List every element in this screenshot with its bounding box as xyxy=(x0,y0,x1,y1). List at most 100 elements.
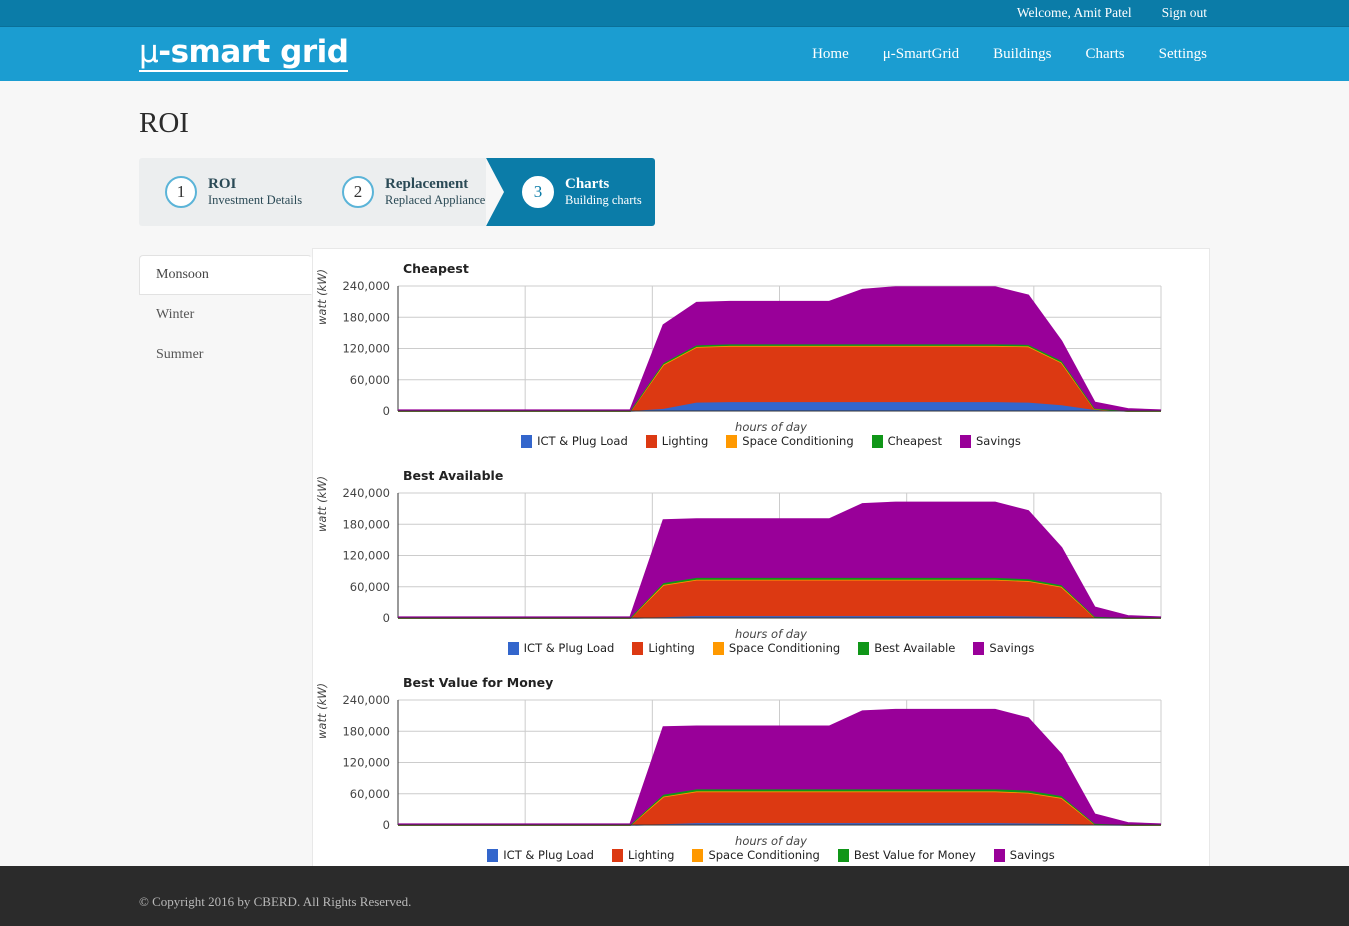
season-tab-summer[interactable]: Summer xyxy=(139,335,312,375)
legend-swatch-icon xyxy=(632,641,644,655)
wizard-step-number: 3 xyxy=(522,176,554,208)
legend-swatch-icon xyxy=(871,434,883,448)
chart-y-tick-label: 120,000 xyxy=(342,549,390,563)
legend-label: Lighting xyxy=(648,641,695,655)
chart-y-tick-label: 0 xyxy=(383,818,390,832)
legend-label: ICT & Plug Load xyxy=(523,641,615,655)
legend-swatch-icon xyxy=(959,434,971,448)
legend-label: Savings xyxy=(1009,848,1055,862)
legend-swatch-icon xyxy=(692,848,704,862)
legend-item[interactable]: Lighting xyxy=(645,434,709,448)
page-title: ROI xyxy=(139,107,189,139)
legend-label: Savings xyxy=(975,434,1021,448)
legend-label: Space Conditioning xyxy=(728,641,841,655)
legend-label: Cheapest xyxy=(887,434,942,448)
chart-y-tick-label: 0 xyxy=(383,611,390,625)
chart-best-value-for-money: Best Value for Money watt (kW) 0 60,000 12… xyxy=(313,671,1209,878)
chart-y-tick-label: 180,000 xyxy=(342,310,390,324)
legend-label: Lighting xyxy=(661,434,709,448)
chart-y-tick-label: 120,000 xyxy=(342,342,390,356)
page-body: ROI 1 ROI Investment Details 2 Replaceme… xyxy=(0,107,1349,868)
chart-y-tick-label: 180,000 xyxy=(342,517,390,531)
chart-plot-area[interactable]: 0 60,000 120,000 180,000 240,000 xyxy=(313,671,1179,836)
chart-legend: ICT & Plug Load Lighting Space Conditionin… xyxy=(313,641,1209,655)
legend-item[interactable]: Space Conditioning xyxy=(712,641,841,655)
chart-y-tick-label: 60,000 xyxy=(350,787,390,801)
wizard-step-subtitle: Replaced Appliance xyxy=(385,193,486,208)
legend-item[interactable]: Best Available xyxy=(858,641,955,655)
wizard-step-subtitle: Building charts xyxy=(565,193,642,208)
wizard-steps: 1 ROI Investment Details 2 Replacement R… xyxy=(139,158,655,226)
chart-y-tick-label: 60,000 xyxy=(350,580,390,594)
sign-out-link[interactable]: Sign out xyxy=(1162,5,1207,21)
chart-series-area xyxy=(398,791,1161,825)
legend-swatch-icon xyxy=(858,641,870,655)
chart-legend: ICT & Plug Load Lighting Space Conditionin… xyxy=(313,434,1209,448)
welcome-user-label: Welcome, Amit Patel xyxy=(1016,5,1132,20)
chart-y-tick-label: 0 xyxy=(383,404,390,418)
chart-y-tick-label: 60,000 xyxy=(350,373,390,387)
legend-label: Space Conditioning xyxy=(742,434,854,448)
legend-item[interactable]: Best Value for Money xyxy=(837,848,976,862)
wizard-step-subtitle: Investment Details xyxy=(208,193,303,208)
nav-item-charts[interactable]: Charts xyxy=(1085,46,1124,63)
chart-y-tick-label: 120,000 xyxy=(342,756,390,770)
legend-label: Savings xyxy=(989,641,1035,655)
legend-swatch-icon xyxy=(837,848,849,862)
legend-item[interactable]: ICT & Plug Load xyxy=(507,641,615,655)
season-tab-monsoon[interactable]: Monsoon xyxy=(139,255,312,295)
nav-item-home[interactable]: Home xyxy=(812,46,849,63)
chart-y-tick-label: 180,000 xyxy=(342,724,390,738)
legend-item[interactable]: Space Conditioning xyxy=(726,434,854,448)
legend-swatch-icon xyxy=(993,848,1005,862)
legend-label: ICT & Plug Load xyxy=(537,434,628,448)
nav-item-settings[interactable]: Settings xyxy=(1159,46,1207,63)
wizard-step-roi[interactable]: 1 ROI Investment Details xyxy=(139,158,323,226)
chart-legend: ICT & Plug Load Lighting Space Conditionin… xyxy=(313,848,1209,862)
site-footer: © Copyright 2016 by CBERD. All Rights Re… xyxy=(0,866,1349,926)
legend-item[interactable]: Space Conditioning xyxy=(692,848,820,862)
legend-item[interactable]: Savings xyxy=(959,434,1021,448)
legend-item[interactable]: Cheapest xyxy=(871,434,942,448)
legend-swatch-icon xyxy=(712,641,724,655)
brand-logo[interactable]: μ-smart grid xyxy=(139,33,349,73)
chart-plot-area[interactable]: 0 60,000 120,000 180,000 240,000 xyxy=(313,464,1179,629)
legend-swatch-icon xyxy=(726,434,738,448)
legend-item[interactable]: Lighting xyxy=(632,641,695,655)
wizard-step-number: 1 xyxy=(165,176,197,208)
legend-swatch-icon xyxy=(487,848,499,862)
legend-swatch-icon xyxy=(973,641,985,655)
chart-cheapest: Cheapest watt (kW) 0 60,000 120,000 180,000… xyxy=(313,257,1209,464)
chart-y-tick-label: 240,000 xyxy=(342,279,390,293)
legend-item[interactable]: ICT & Plug Load xyxy=(487,848,594,862)
chart-y-tick-label: 240,000 xyxy=(342,486,390,500)
chart-best-available: Best Available watt (kW) 0 60,000 120,000 1… xyxy=(313,464,1209,671)
brand-mu: μ xyxy=(139,33,159,70)
legend-item[interactable]: Lighting xyxy=(611,848,674,862)
brand-text: -smart grid xyxy=(158,33,349,70)
legend-label: Best Available xyxy=(874,641,956,655)
chart-y-tick-label: 240,000 xyxy=(342,693,390,707)
nav-item-musmartgrid[interactable]: μ-SmartGrid xyxy=(883,46,959,63)
wizard-step-replacement[interactable]: 2 Replacement Replaced Appliance xyxy=(306,158,503,226)
legend-label: Space Conditioning xyxy=(708,848,820,862)
chart-x-axis-label: hours of day xyxy=(735,627,807,641)
chart-x-axis-label: hours of day xyxy=(735,420,807,434)
legend-item[interactable]: Savings xyxy=(993,848,1055,862)
charts-content: Monsoon Winter Summer Cheapest watt (kW)… xyxy=(139,248,1210,868)
legend-item[interactable]: ICT & Plug Load xyxy=(521,434,628,448)
wizard-chevron-icon xyxy=(306,158,323,226)
chart-plot-area[interactable]: 0 60,000 120,000 180,000 240,000 xyxy=(313,257,1179,422)
copyright-text: © Copyright 2016 by CBERD. All Rights Re… xyxy=(139,894,412,909)
season-tab-list: Monsoon Winter Summer xyxy=(139,248,312,868)
wizard-step-title: ROI xyxy=(208,175,237,192)
wizard-step-number: 2 xyxy=(342,176,374,208)
site-header: μ-smart grid Home μ-SmartGrid Buildings … xyxy=(0,27,1349,81)
wizard-notch-icon xyxy=(486,158,504,226)
wizard-step-charts[interactable]: 3 Charts Building charts xyxy=(486,158,655,226)
season-tab-winter[interactable]: Winter xyxy=(139,295,312,335)
legend-swatch-icon xyxy=(507,641,519,655)
legend-label: Best Value for Money xyxy=(853,848,976,862)
nav-item-buildings[interactable]: Buildings xyxy=(993,46,1051,63)
legend-item[interactable]: Savings xyxy=(973,641,1034,655)
